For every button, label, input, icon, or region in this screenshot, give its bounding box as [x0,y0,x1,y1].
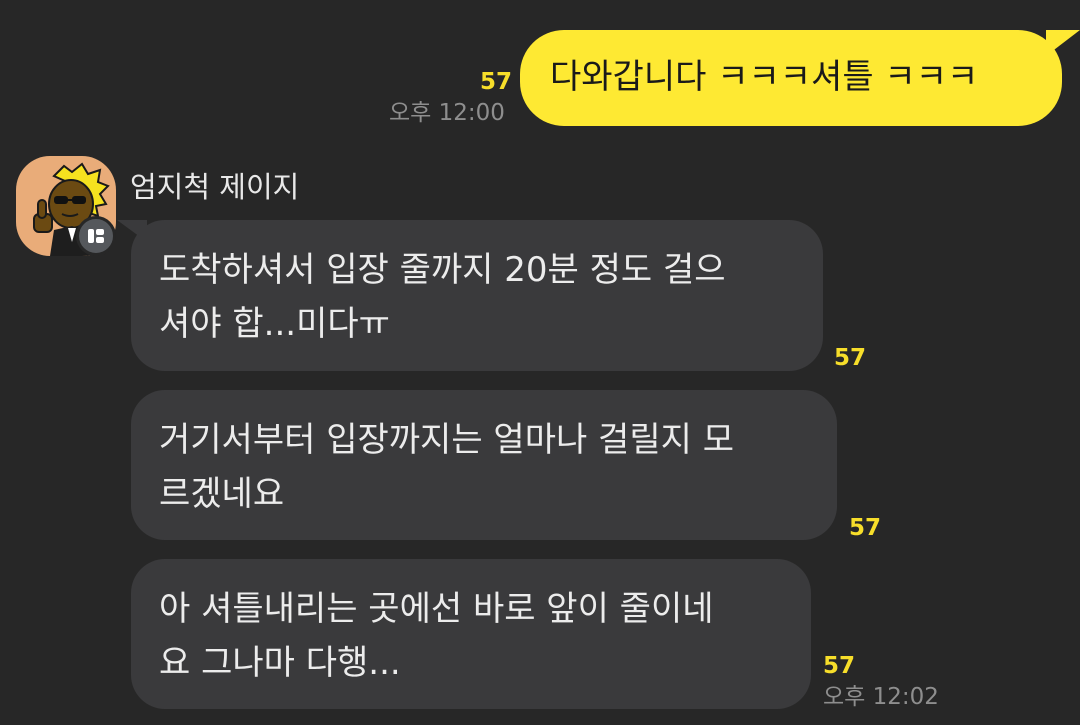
bubble-tail [1046,30,1080,56]
message-line: 요 그나마 다행... [159,643,401,683]
message-time: 오후 12:00 [389,100,505,126]
profile-badge-icon [76,216,116,256]
message-line: 르겠네요 [159,474,285,514]
unread-count: 57 [849,515,882,541]
sender-name: 엄지척 제이지 [130,170,300,204]
message-line: 아 셔틀내리는 곳에선 바로 앞이 줄이네 [159,589,714,629]
received-message-bubble[interactable]: 거기서부터 입장까지는 얼마나 걸릴지 모 르겠네요 [131,390,837,540]
message-line: 셔야 합...미다ㅠ [159,304,390,344]
unread-count: 57 [480,69,513,95]
unread-count: 57 [834,345,867,371]
message-line: 거기서부터 입장까지는 얼마나 걸릴지 모 [159,420,734,460]
message-time: 오후 12:02 [823,684,939,710]
unread-count: 57 [823,653,856,679]
received-message-bubble[interactable]: 아 셔틀내리는 곳에선 바로 앞이 줄이네 요 그나마 다행... [131,559,811,709]
sent-message-bubble[interactable]: 다와갑니다 ㅋㅋㅋ셔틀 ㅋㅋㅋ [520,30,1080,126]
message-line: 도착하셔서 입장 줄까지 20분 정도 걸으 [159,250,726,290]
bubble-tail [117,220,147,242]
sent-message-text: 다와갑니다 ㅋㅋㅋ셔틀 ㅋㅋㅋ [550,57,979,97]
received-message-bubble[interactable]: 도착하셔서 입장 줄까지 20분 정도 걸으 셔야 합...미다ㅠ [117,220,823,371]
